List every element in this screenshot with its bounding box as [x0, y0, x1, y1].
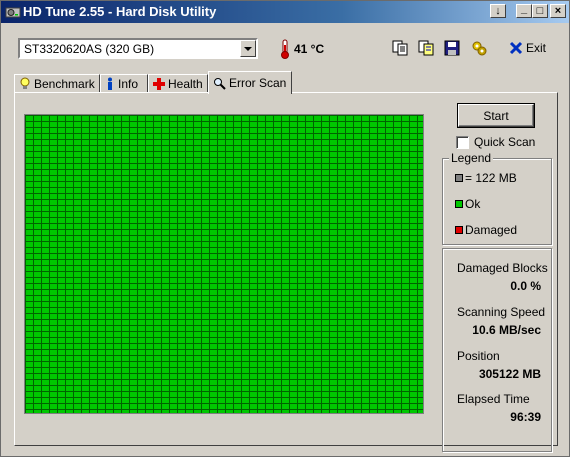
close-button[interactable]: ×: [550, 4, 566, 18]
close-icon: ×: [554, 5, 562, 17]
position-label: Position: [457, 349, 500, 363]
benchmark-icon: [20, 77, 30, 89]
drive-select-value: ST3320620AS (320 GB): [24, 42, 155, 56]
tab-error-scan[interactable]: Error Scan: [208, 71, 292, 94]
scanning-speed-label: Scanning Speed: [457, 305, 546, 319]
legend-swatch: [455, 226, 463, 234]
start-button[interactable]: Start: [458, 104, 534, 127]
maximize-button[interactable]: □: [532, 4, 548, 18]
chevron-down-icon[interactable]: [240, 40, 256, 57]
tab-label: Error Scan: [229, 76, 287, 90]
legend-swatch: [455, 174, 463, 182]
legend-item-damaged: Damaged: [455, 223, 517, 237]
tab-label: Info: [118, 77, 139, 91]
exit-icon: [509, 41, 523, 55]
tab-health[interactable]: Health: [148, 74, 208, 93]
quick-scan-option[interactable]: Quick Scan: [456, 135, 535, 149]
tab-benchmark[interactable]: Benchmark: [14, 74, 100, 93]
scanning-speed-value: 10.6 MB/sec: [472, 323, 541, 337]
scan-stats-group: Damaged Blocks 0.0 % Scanning Speed 10.6…: [442, 248, 552, 452]
elapsed-time-value: 96:39: [510, 410, 541, 424]
save-icon[interactable]: [443, 39, 461, 57]
tab-label: Benchmark: [34, 77, 95, 91]
legend-item-block-size: = 122 MB: [455, 171, 517, 185]
temperature-display: 41 °C: [280, 39, 324, 59]
copy-info-icon[interactable]: [417, 39, 435, 57]
maximize-icon: □: [536, 5, 544, 17]
info-icon: [108, 77, 112, 90]
quick-scan-label: Quick Scan: [474, 135, 536, 149]
legend-label: Ok: [465, 197, 481, 211]
legend-label: Damaged: [465, 223, 518, 237]
tab-label: Health: [168, 77, 203, 91]
copy-icon[interactable]: [391, 39, 409, 57]
magnifier-icon: [214, 77, 226, 90]
window-title: HD Tune 2.55 - Hard Disk Utility: [23, 4, 217, 19]
thermometer-icon: [281, 39, 289, 59]
tab-info[interactable]: Info: [100, 74, 148, 93]
exit-button[interactable]: Exit: [509, 41, 546, 55]
app-window: HD Tune 2.55 - Hard Disk Utility ↓ _ □ ×…: [0, 0, 570, 457]
legend-group: Legend = 122 MB Ok Damaged: [442, 151, 552, 245]
minimize-button[interactable]: _: [516, 4, 532, 18]
main-content: ST3320620AS (320 GB) 41 °C Exit Benchmar…: [1, 23, 569, 456]
damaged-blocks-label: Damaged Blocks: [457, 261, 548, 275]
damaged-blocks-value: 0.0 %: [510, 279, 541, 293]
temperature-value: 41 °C: [294, 42, 325, 56]
legend-title: Legend: [449, 151, 494, 165]
block-map: [24, 114, 424, 414]
elapsed-time-label: Elapsed Time: [457, 392, 530, 406]
menu-down-button[interactable]: ↓: [490, 4, 506, 18]
minimize-icon: _: [520, 3, 528, 15]
title-bar: HD Tune 2.55 - Hard Disk Utility ↓ _ □ ×: [1, 1, 569, 23]
legend-item-ok: Ok: [455, 197, 480, 211]
health-icon: [153, 78, 165, 90]
options-icon[interactable]: [470, 39, 488, 57]
position-value: 305122 MB: [478, 367, 541, 381]
legend-label: = 122 MB: [465, 171, 517, 185]
quick-scan-checkbox[interactable]: [456, 135, 469, 149]
app-disk-icon: [5, 7, 21, 18]
exit-label: Exit: [526, 41, 547, 55]
drive-select[interactable]: ST3320620AS (320 GB): [18, 38, 258, 59]
legend-swatch: [455, 200, 463, 208]
menu-down-icon: ↓: [495, 5, 501, 17]
